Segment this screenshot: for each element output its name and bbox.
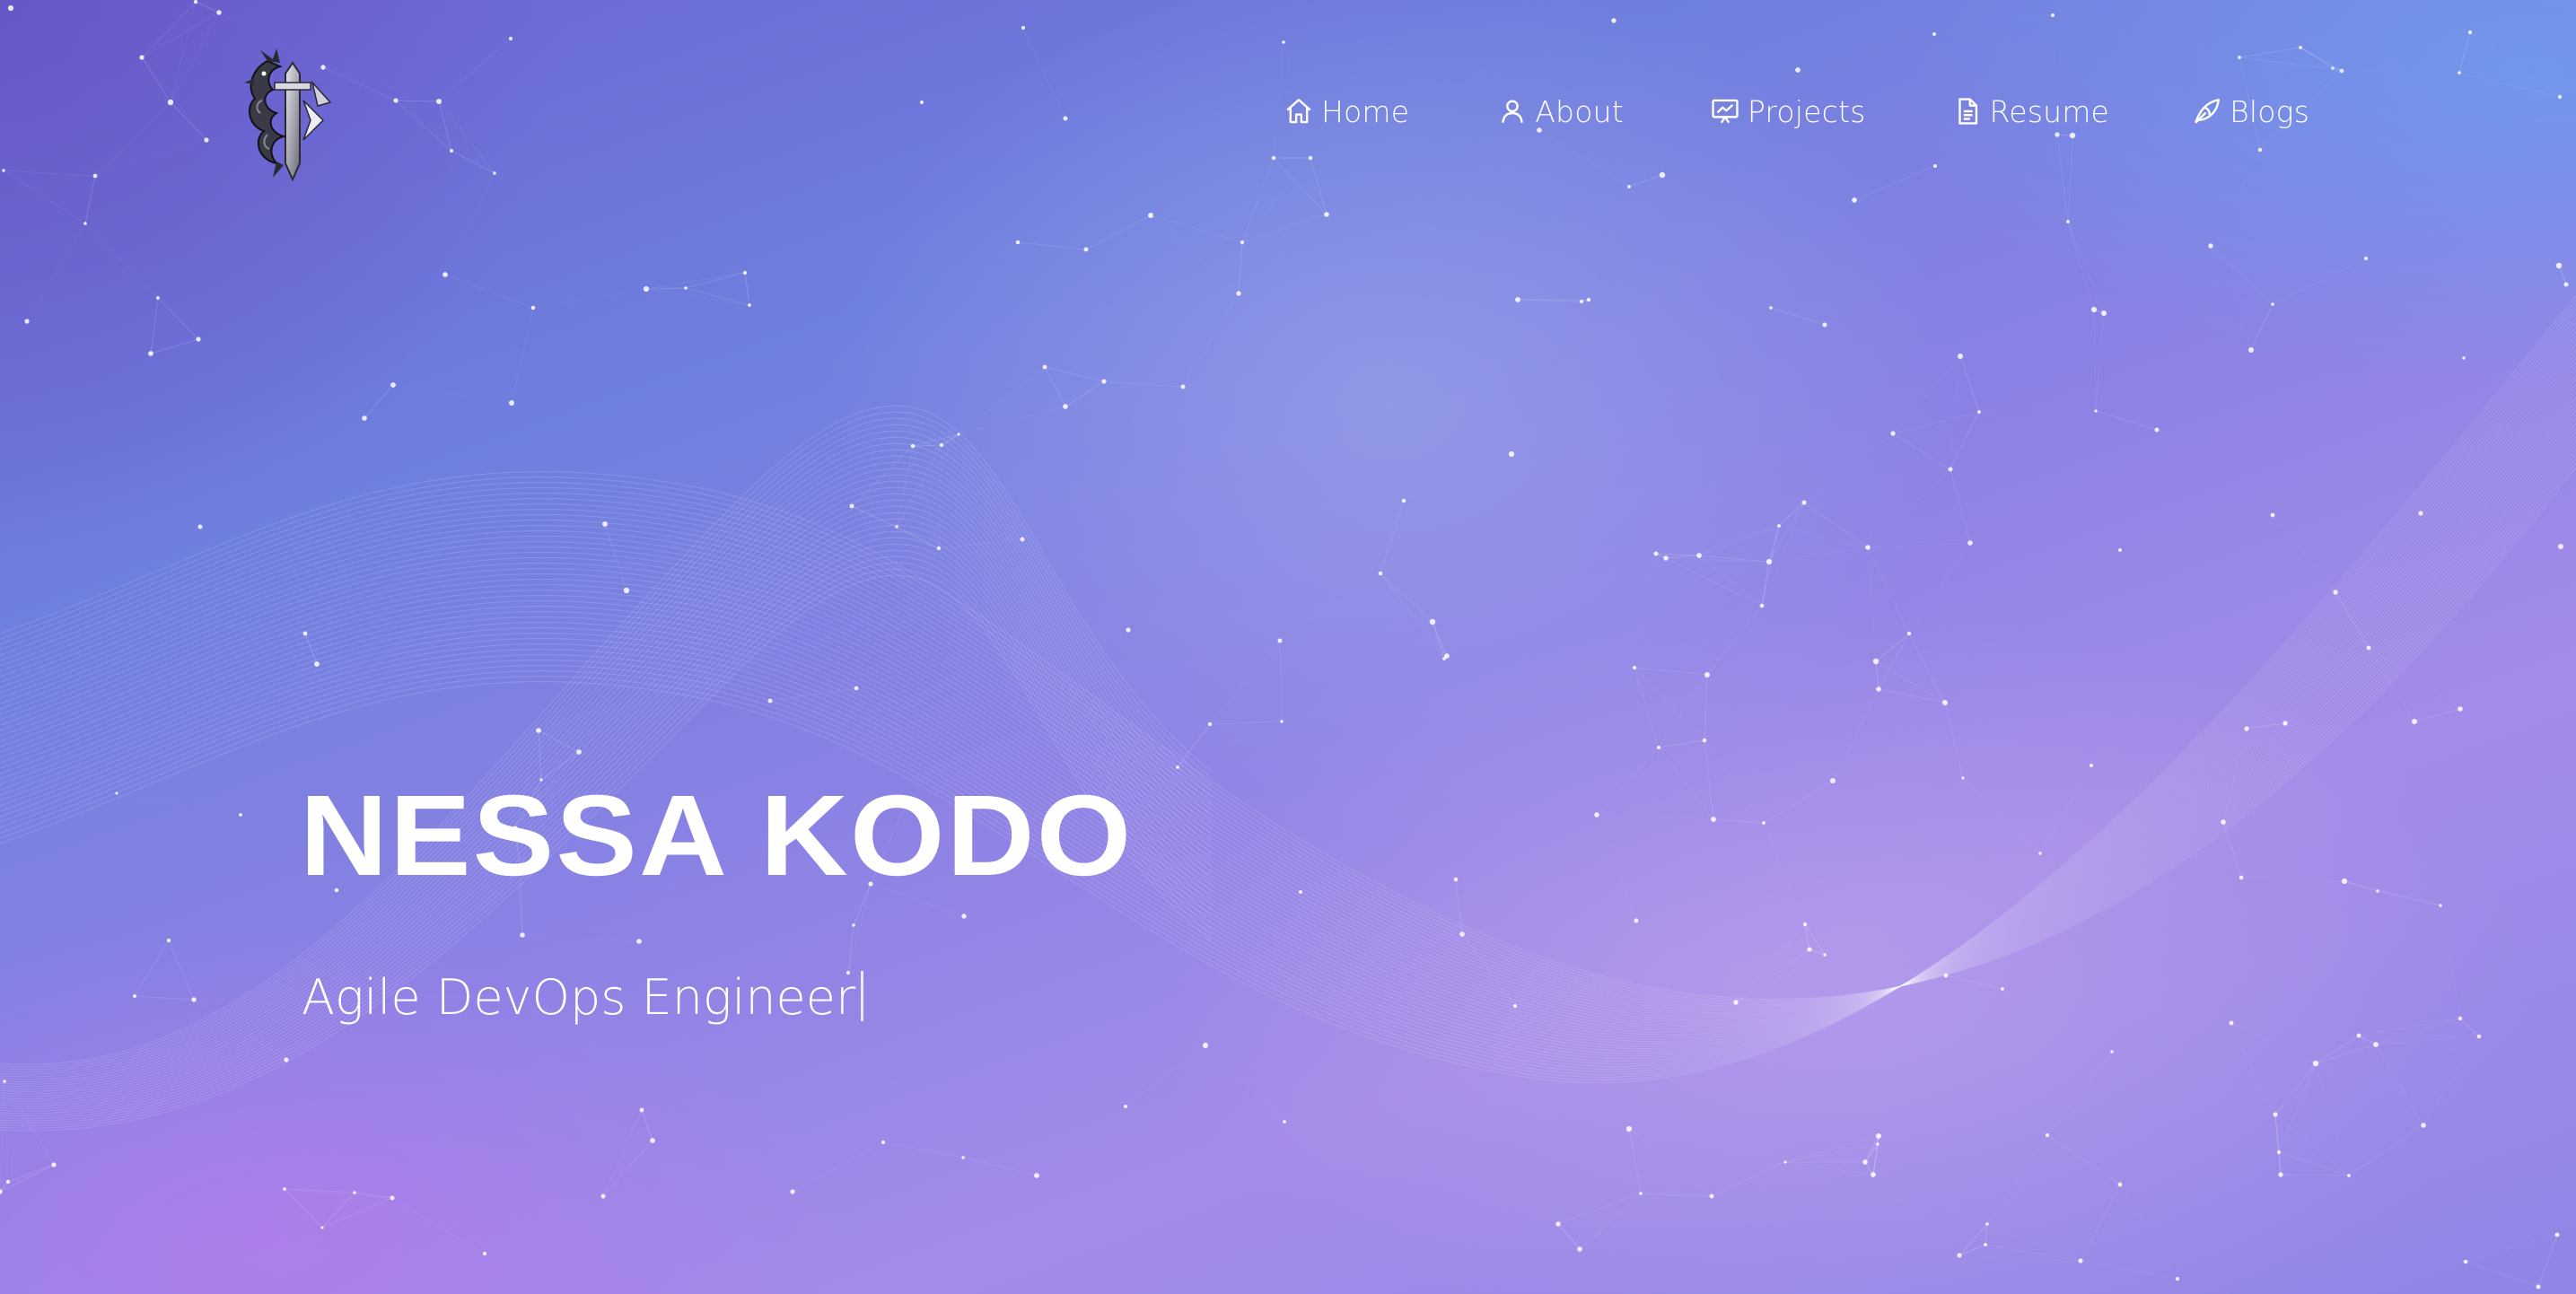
particle-network-decoration [0, 0, 2569, 1290]
quill-icon [2192, 96, 2222, 127]
nav-resume-label: Resume [1989, 93, 2110, 129]
logo-dragon-icon[interactable] [241, 47, 339, 182]
nav-blogs-label: Blogs [2230, 93, 2310, 129]
nav-home-link[interactable]: Home [1284, 94, 1409, 129]
hero-tagline: Agile DevOps Engineer [302, 969, 864, 1027]
nav-projects-link[interactable]: Projects [1710, 94, 1866, 129]
tagline-text: Agile DevOps Engineer [302, 969, 856, 1026]
hero-name-heading: NESSA KODO [300, 772, 1134, 900]
home-icon [1284, 96, 1314, 127]
nav-about-link[interactable]: About [1497, 94, 1624, 129]
nav-resume-link[interactable]: Resume [1952, 94, 2110, 129]
document-icon [1952, 96, 1983, 127]
nav-home-label: Home [1321, 93, 1410, 129]
nav-about-label: About [1535, 93, 1624, 129]
main-nav: Home About Projects Resume Blogs [1284, 86, 2309, 136]
nav-projects-label: Projects [1747, 93, 1866, 129]
presentation-chart-icon [1710, 96, 1740, 127]
user-icon [1497, 96, 1528, 127]
typing-cursor [861, 971, 864, 1021]
nav-blogs-link[interactable]: Blogs [2192, 94, 2309, 129]
